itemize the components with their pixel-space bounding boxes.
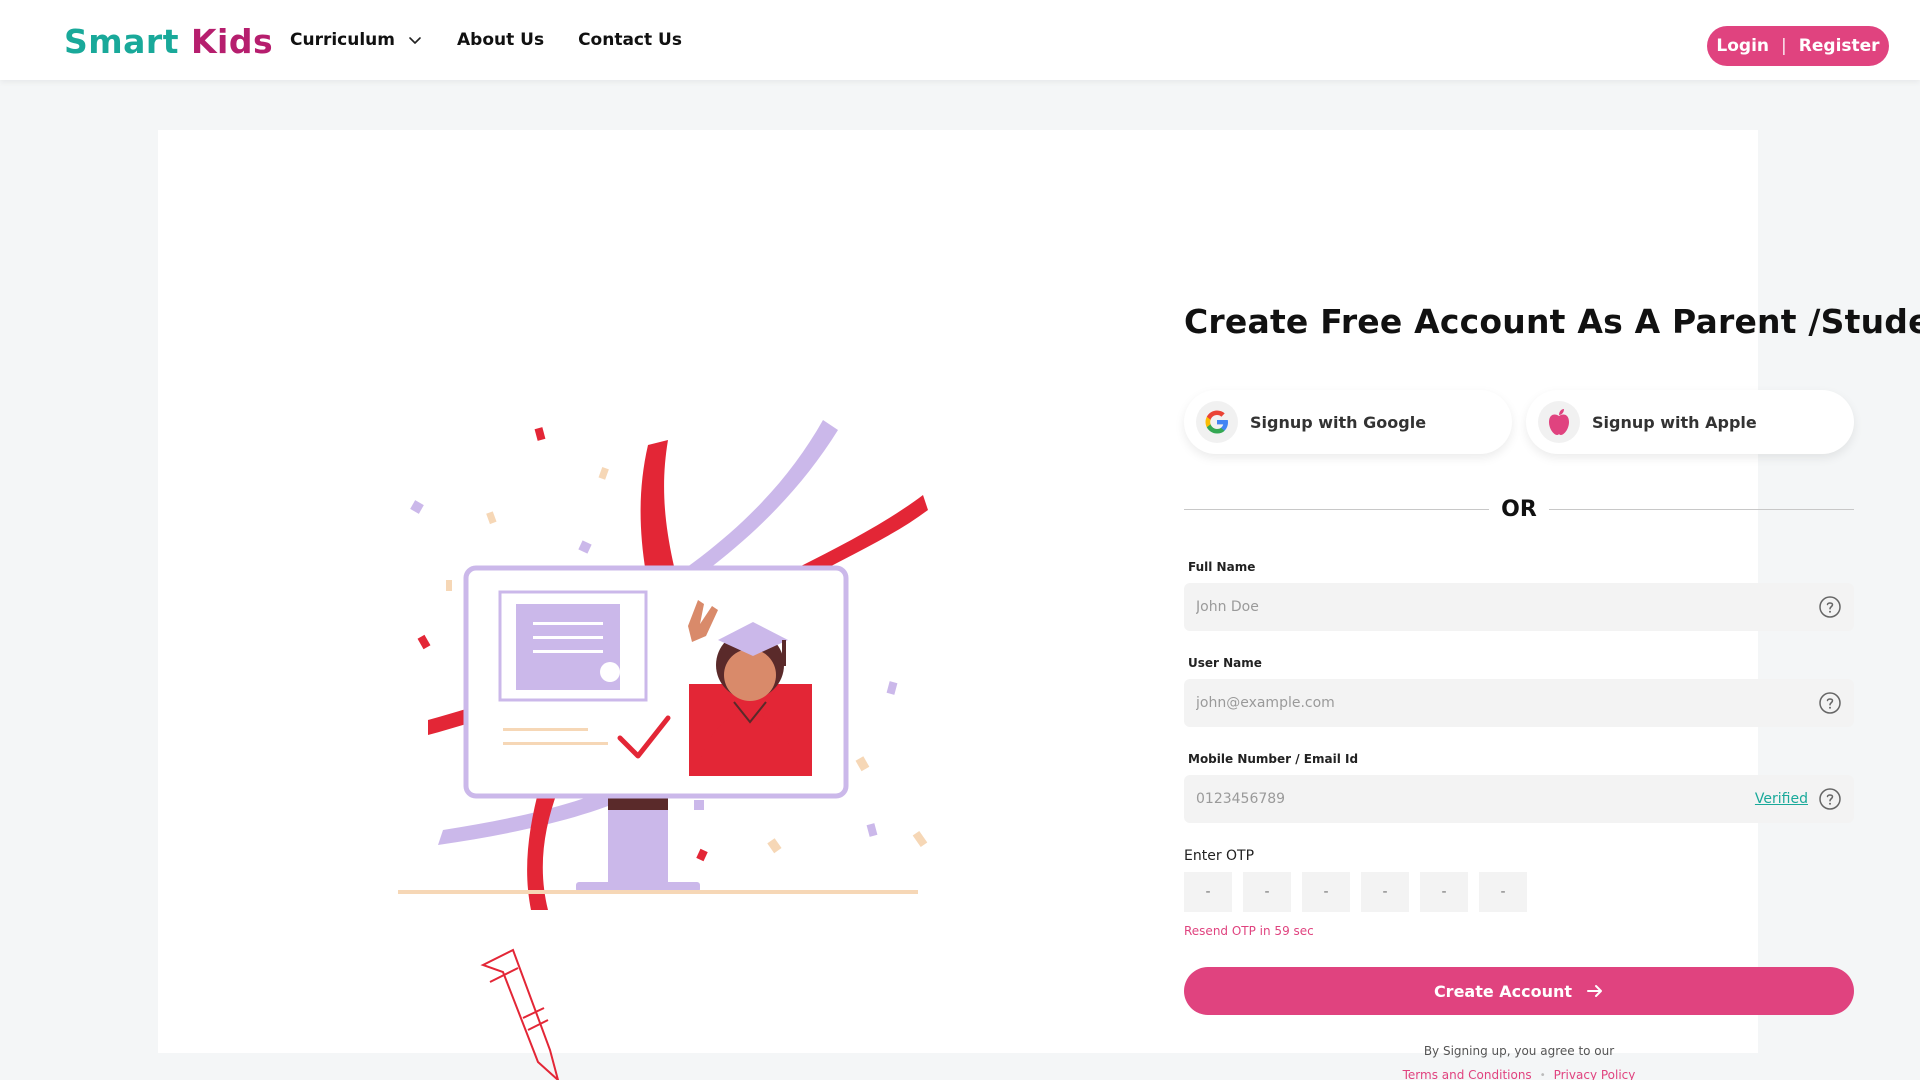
otp-digit-input[interactable] xyxy=(1361,872,1409,912)
signup-card: Create Free Account As A Parent /Student… xyxy=(158,130,1920,1080)
or-divider: OR xyxy=(1184,494,1854,524)
otp-input-row xyxy=(1184,872,1527,912)
or-text: OR xyxy=(1501,496,1537,522)
google-signup-label: Signup with Google xyxy=(1250,412,1427,432)
resend-otp-timer: Resend OTP in 59 sec xyxy=(1184,924,1314,938)
monitor xyxy=(398,565,918,894)
mobile-email-field: Verified xyxy=(1184,775,1854,823)
nav-item-about-label: About Us xyxy=(457,30,545,50)
otp-digit-input[interactable] xyxy=(1184,872,1232,912)
nav-item-contact[interactable]: Contact Us xyxy=(578,30,682,50)
or-line-left xyxy=(1184,508,1490,510)
nav-item-curriculum[interactable]: Curriculum xyxy=(290,30,423,50)
top-header: Smart Kids Curriculum About Us Contact U… xyxy=(0,0,1920,80)
legal-links: Terms and Conditions • Privacy Policy xyxy=(1184,1068,1854,1080)
otp-digit-input[interactable] xyxy=(1302,872,1350,912)
question-circle-icon[interactable] xyxy=(1818,595,1842,619)
brand-logo-part1: Smart xyxy=(64,22,179,61)
question-circle-icon[interactable] xyxy=(1818,691,1842,715)
google-icon xyxy=(1205,410,1228,434)
apple-signup-label: Signup with Apple xyxy=(1592,412,1757,432)
mobile-email-input[interactable] xyxy=(1196,791,1755,807)
or-line-right xyxy=(1548,508,1854,510)
register-link[interactable]: Register xyxy=(1799,36,1880,56)
verified-status-link[interactable]: Verified xyxy=(1755,791,1808,807)
crayon-drawing xyxy=(480,948,560,1080)
create-account-label: Create Account xyxy=(1433,981,1573,1001)
nav-item-curriculum-label: Curriculum xyxy=(290,30,395,50)
apple-signup-button[interactable]: Signup with Apple xyxy=(1526,390,1854,454)
otp-digit-input[interactable] xyxy=(1479,872,1527,912)
auth-separator: | xyxy=(1781,36,1787,56)
question-circle-icon[interactable] xyxy=(1818,787,1842,811)
terms-link[interactable]: Terms and Conditions xyxy=(1403,1068,1532,1080)
create-account-button[interactable]: Create Account xyxy=(1184,967,1854,1015)
full-name-label: Full Name xyxy=(1188,560,1256,574)
agreement-text: By Signing up, you agree to our xyxy=(1423,1044,1615,1058)
mobile-email-label: Mobile Number / Email Id xyxy=(1188,752,1359,766)
user-name-label: User Name xyxy=(1188,656,1262,670)
login-link[interactable]: Login xyxy=(1716,36,1769,56)
nav-item-about[interactable]: About Us xyxy=(457,30,544,50)
main-nav: Curriculum About Us Contact Us xyxy=(290,0,682,80)
chevron-down-icon xyxy=(409,37,421,44)
form-title: Create Free Account As A Parent /Student xyxy=(1184,302,1920,341)
user-name-field xyxy=(1184,679,1854,727)
signup-form: Create Free Account As A Parent /Student… xyxy=(1184,302,1920,1080)
brand-logo-part2: Kids xyxy=(190,22,274,61)
privacy-link[interactable]: Privacy Policy xyxy=(1554,1068,1636,1080)
otp-digit-input[interactable] xyxy=(1420,872,1468,912)
auth-pill: Login | Register xyxy=(1707,26,1889,66)
arrow-right-icon xyxy=(1587,985,1603,997)
links-separator: • xyxy=(1539,1069,1546,1080)
full-name-input[interactable] xyxy=(1196,599,1808,615)
nav-item-contact-label: Contact Us xyxy=(578,30,682,50)
brand-logo[interactable]: Smart Kids xyxy=(64,22,273,61)
apple-icon xyxy=(1549,409,1569,435)
user-name-input[interactable] xyxy=(1196,695,1808,711)
google-signup-button[interactable]: Signup with Google xyxy=(1184,390,1512,454)
apple-icon-wrap xyxy=(1538,401,1580,443)
social-signup-row: Signup with Google Signup with Apple xyxy=(1184,390,1854,454)
otp-label: Enter OTP xyxy=(1184,848,1255,864)
google-icon-wrap xyxy=(1196,401,1238,443)
full-name-field xyxy=(1184,583,1854,631)
otp-digit-input[interactable] xyxy=(1243,872,1291,912)
graduation-illustration xyxy=(398,420,928,1080)
